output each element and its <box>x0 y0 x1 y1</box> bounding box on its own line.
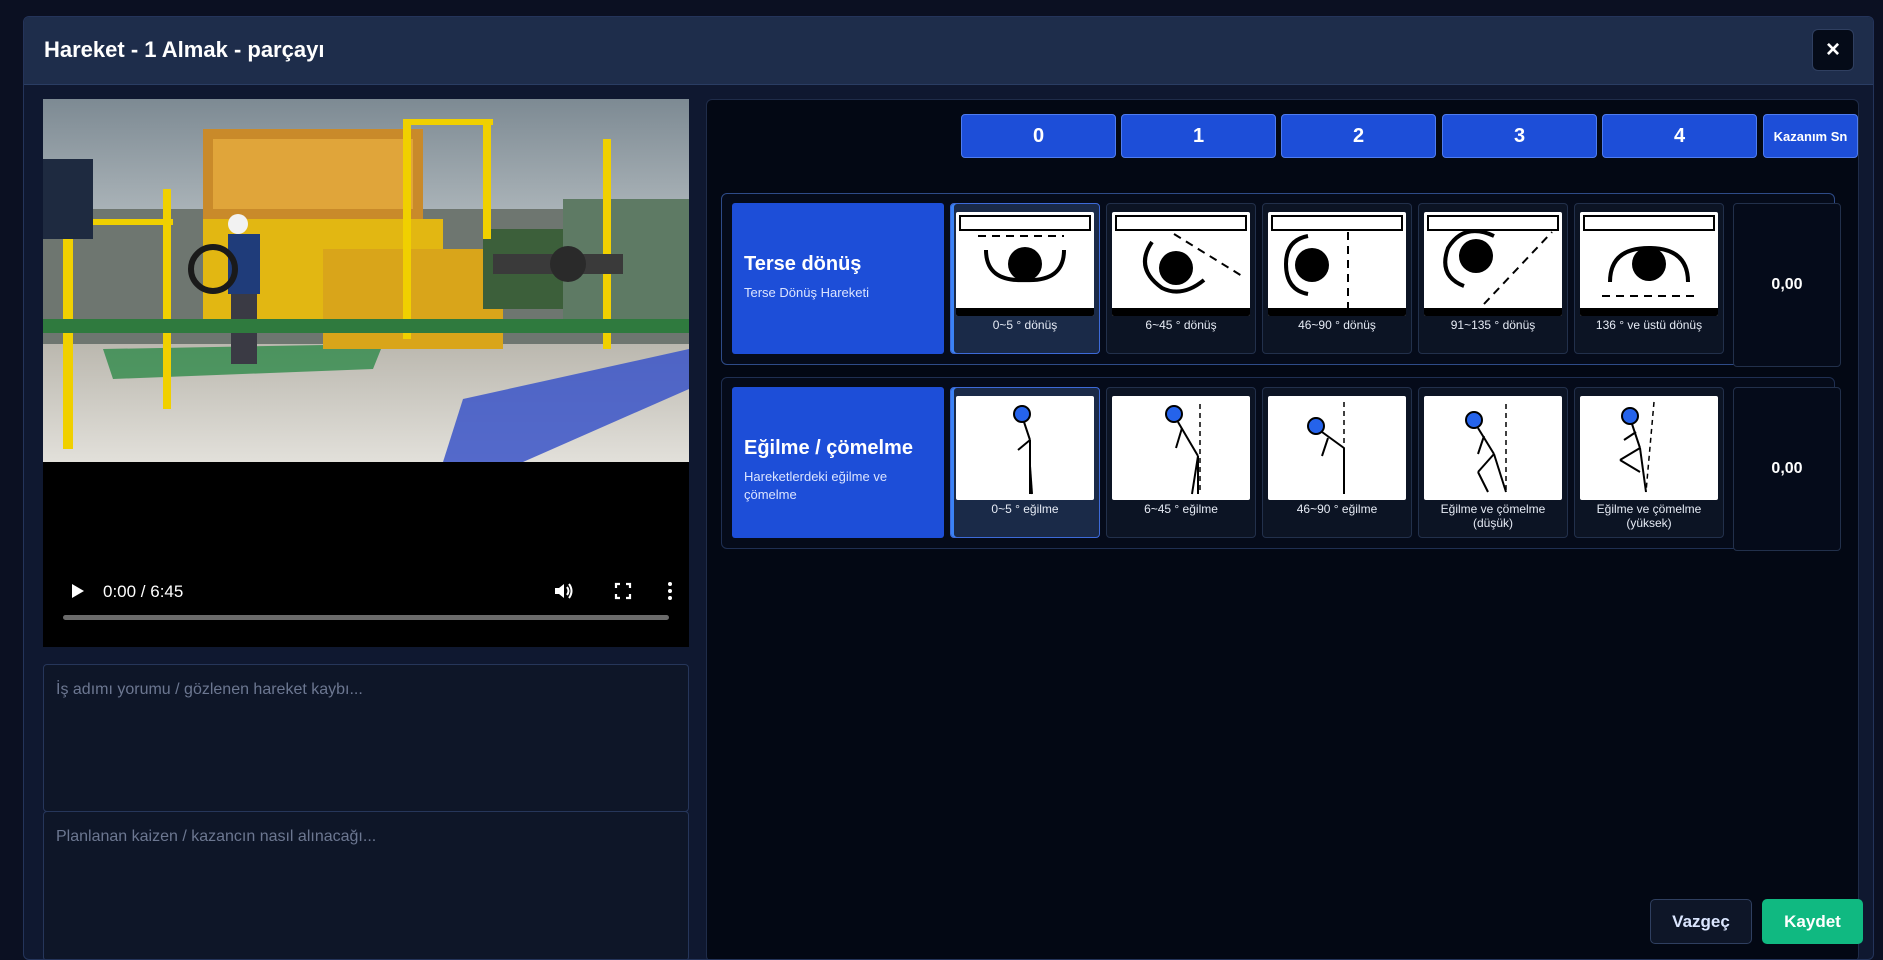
option-label: Eğilme ve çömelme (yüksek) <box>1596 502 1702 530</box>
option-label: 136 ° ve üstü dönüş <box>1595 318 1703 332</box>
category-subtitle: Terse Dönüş Hareketi <box>744 285 869 300</box>
kazanim-header: Kazanım Sn <box>1763 114 1858 158</box>
option-bend-1[interactable]: 6~45 ° eğilme <box>1106 387 1256 538</box>
video-time: 0:00 / 6:45 <box>103 582 184 601</box>
category-title: Eğilme / çömelme <box>744 437 913 459</box>
option-label: 91~135 ° dönüş <box>1450 318 1536 332</box>
option-label: 46~90 ° eğilme <box>1296 502 1378 516</box>
save-button[interactable]: Kaydet <box>1762 899 1863 944</box>
turn-0-5-icon <box>956 212 1094 316</box>
video-frame <box>43 99 689 462</box>
turn-6-45-icon <box>1112 212 1250 316</box>
turn-136-plus-icon <box>1580 212 1718 316</box>
category-subtitle: Hareketlerdeki eğilme ve çömelme <box>744 469 888 502</box>
video-controls: 0:00 / 6:45 <box>43 569 689 647</box>
category-card: Terse dönüş Terse Dönüş Hareketi <box>732 203 944 354</box>
option-turn-1[interactable]: 6~45 ° dönüş <box>1106 203 1256 354</box>
video-progress-bar[interactable] <box>63 615 669 620</box>
category-card: Eğilme / çömelme Hareketlerdeki eğilme v… <box>732 387 944 538</box>
fullscreen-icon[interactable] <box>611 579 635 603</box>
score-header-0[interactable]: 0 <box>961 114 1116 158</box>
bend-6-45-icon <box>1112 396 1250 500</box>
modal-dialog: Hareket - 1 Almak - parçayı × 0:00 / 6:4… <box>23 16 1874 960</box>
option-turn-4[interactable]: 136 ° ve üstü dönüş <box>1574 203 1724 354</box>
kaizen-plan-input[interactable] <box>43 811 689 959</box>
turn-91-135-icon <box>1424 212 1562 316</box>
volume-icon[interactable] <box>551 579 575 603</box>
turn-46-90-icon <box>1268 212 1406 316</box>
evaluation-panel: 0 1 2 3 4 Kazanım Sn Terse dönüş Terse D… <box>706 99 1863 959</box>
modal-title: Hareket - 1 Almak - parçayı <box>44 37 325 62</box>
kazanim-value: 0,00 <box>1733 387 1841 551</box>
squat-high-icon <box>1580 396 1718 500</box>
kazanim-value: 0,00 <box>1733 203 1841 367</box>
option-label: Eğilme ve çömelme (düşük) <box>1440 502 1546 530</box>
option-bend-2[interactable]: 46~90 ° eğilme <box>1262 387 1412 538</box>
score-header-1[interactable]: 1 <box>1121 114 1276 158</box>
video-player[interactable]: 0:00 / 6:45 <box>43 99 689 647</box>
option-label: 0~5 ° eğilme <box>991 502 1059 516</box>
option-label: 46~90 ° dönüş <box>1298 318 1376 332</box>
motion-row-bend: Eğilme / çömelme Hareketlerdeki eğilme v… <box>721 377 1841 551</box>
bend-46-90-icon <box>1268 396 1406 500</box>
option-label: 6~45 ° eğilme <box>1144 502 1218 516</box>
bend-0-5-icon <box>956 396 1094 500</box>
motion-row-turn: Terse dönüş Terse Dönüş Hareketi 0~5 ° d… <box>721 193 1841 367</box>
option-turn-3[interactable]: 91~135 ° dönüş <box>1418 203 1568 354</box>
category-title: Terse dönüş <box>744 253 862 275</box>
score-header-3[interactable]: 3 <box>1442 114 1597 158</box>
score-header-4[interactable]: 4 <box>1602 114 1757 158</box>
step-comment-input[interactable] <box>43 664 689 812</box>
option-label: 6~45 ° dönüş <box>1145 318 1217 332</box>
option-turn-0[interactable]: 0~5 ° dönüş <box>950 203 1100 354</box>
option-label: 0~5 ° dönüş <box>992 318 1058 332</box>
option-bend-0[interactable]: 0~5 ° eğilme <box>950 387 1100 538</box>
option-bend-4[interactable]: Eğilme ve çömelme (yüksek) <box>1574 387 1724 538</box>
score-header-2[interactable]: 2 <box>1281 114 1436 158</box>
close-button[interactable]: × <box>1812 29 1854 71</box>
option-bend-3[interactable]: Eğilme ve çömelme (düşük) <box>1418 387 1568 538</box>
cancel-button[interactable]: Vazgeç <box>1650 899 1752 944</box>
more-options-icon[interactable] <box>658 579 682 603</box>
modal-header: Hareket - 1 Almak - parçayı × <box>24 17 1873 85</box>
squat-low-icon <box>1424 396 1562 500</box>
option-turn-2[interactable]: 46~90 ° dönüş <box>1262 203 1412 354</box>
play-icon[interactable] <box>65 579 89 603</box>
